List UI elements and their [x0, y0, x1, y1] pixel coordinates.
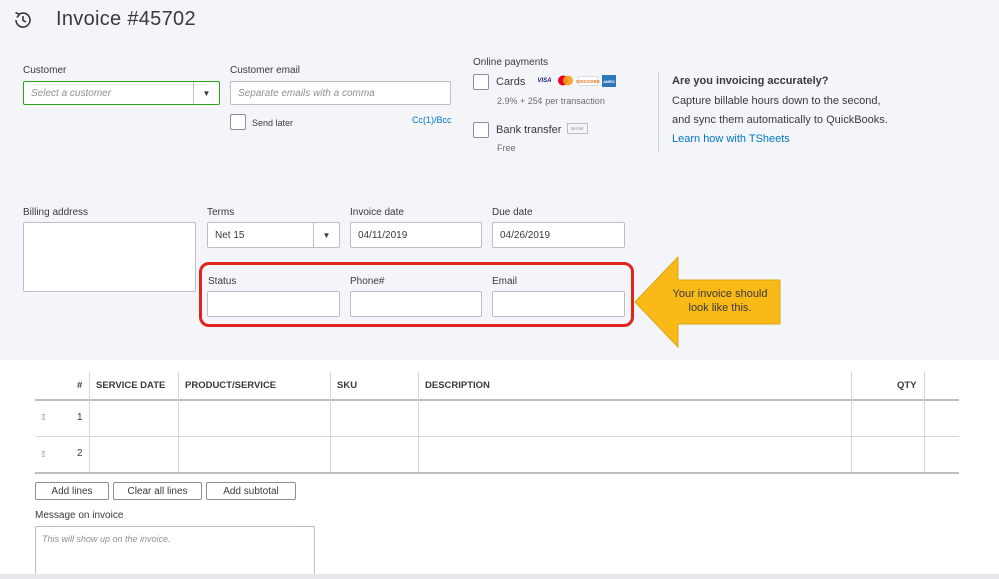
mastercard-icon [557, 75, 574, 85]
promo-text-line-2: and sync them automatically to QuickBook… [672, 114, 888, 126]
column-divider [418, 372, 419, 473]
column-divider [851, 372, 852, 473]
column-header-number: # [77, 380, 83, 391]
due-date-input[interactable]: 04/26/2019 [492, 222, 625, 248]
terms-label: Terms [207, 207, 235, 218]
tsheets-link[interactable]: Learn how with TSheets [672, 133, 790, 145]
cards-checkbox[interactable] [473, 74, 489, 90]
customer-select[interactable]: Select a customer ▼ [23, 81, 220, 105]
column-divider [178, 372, 179, 473]
drag-handle-icon[interactable]: ⁞⁞⁞ [41, 450, 46, 459]
customer-email-placeholder: Separate emails with a comma [238, 87, 375, 99]
column-header-description: DESCRIPTION [425, 380, 490, 391]
cards-label: Cards [496, 76, 526, 88]
clear-all-lines-button[interactable]: Clear all lines [113, 482, 202, 500]
send-later-checkbox[interactable] [230, 114, 246, 130]
column-header-product-service: PRODUCT/SERVICE [185, 380, 277, 391]
billing-address-textarea[interactable] [23, 222, 196, 292]
message-on-invoice-textarea[interactable]: This will show up on the invoice. [35, 526, 315, 579]
callout-text-line-1: Your invoice should [672, 288, 768, 300]
promo-title: Are you invoicing accurately? [672, 75, 829, 87]
column-divider [89, 372, 90, 473]
due-date-value: 04/26/2019 [500, 229, 551, 241]
customer-email-input[interactable]: Separate emails with a comma [230, 81, 451, 105]
bank-transfer-label: Bank transfer [496, 124, 562, 136]
callout-text-line-2: look like this. [688, 302, 752, 314]
column-divider [330, 372, 331, 473]
history-icon[interactable] [12, 9, 34, 31]
row-divider [35, 436, 959, 437]
message-on-invoice-label: Message on invoice [35, 510, 124, 521]
send-later-label: Send later [252, 118, 294, 128]
bank-icon: BANK [567, 123, 588, 134]
amex-icon: AMEX [602, 75, 616, 87]
terms-select[interactable]: Net 15 ▼ [207, 222, 340, 248]
invoice-header-panel: Invoice #45702 Customer Select a custome… [0, 0, 999, 360]
terms-value: Net 15 [215, 229, 245, 241]
cc-bcc-link[interactable]: Cc(1)/Bcc [412, 115, 452, 125]
customer-label: Customer [23, 65, 67, 76]
bank-transfer-checkbox[interactable] [473, 122, 489, 138]
invoice-date-value: 04/11/2019 [358, 229, 408, 241]
bank-transfer-fee-text: Free [497, 143, 516, 153]
line-items-table-header: # SERVICE DATE PRODUCT/SERVICE SKU DESCR… [35, 372, 959, 401]
column-header-service-date: SERVICE DATE [96, 380, 166, 391]
chevron-down-icon[interactable]: ▼ [193, 82, 219, 104]
message-placeholder: This will show up on the invoice. [42, 534, 171, 544]
add-lines-button[interactable]: Add lines [35, 482, 109, 500]
promo-divider [658, 72, 659, 153]
cards-fee-text: 2.9% + 25¢ per transaction [497, 96, 605, 106]
callout-text: Your invoice should look like this. [660, 287, 780, 315]
visa-icon: VISA [537, 78, 552, 84]
column-divider [924, 372, 925, 473]
column-header-sku: SKU [337, 380, 358, 391]
column-header-qty: QTY [897, 380, 917, 391]
customer-email-label: Customer email [230, 65, 301, 76]
row-number: 1 [77, 412, 83, 423]
discover-icon: DISCOVER [576, 76, 600, 86]
row-number: 2 [77, 448, 83, 459]
table-bottom-border [35, 472, 959, 474]
bottom-scroll-bar [0, 574, 999, 579]
drag-handle-icon[interactable]: ⁞⁞⁞ [41, 413, 46, 422]
customer-select-placeholder: Select a customer [31, 87, 112, 99]
chevron-down-icon[interactable]: ▼ [313, 223, 339, 247]
online-payments-label: Online payments [473, 57, 549, 68]
invoice-date-label: Invoice date [350, 207, 404, 218]
promo-text-line-1: Capture billable hours down to the secon… [672, 95, 881, 107]
invoice-date-input[interactable]: 04/11/2019 [350, 222, 482, 248]
due-date-label: Due date [492, 207, 533, 218]
custom-fields-highlight [199, 262, 634, 327]
add-subtotal-button[interactable]: Add subtotal [206, 482, 296, 500]
billing-address-label: Billing address [23, 207, 89, 218]
page-title: Invoice #45702 [56, 8, 196, 30]
